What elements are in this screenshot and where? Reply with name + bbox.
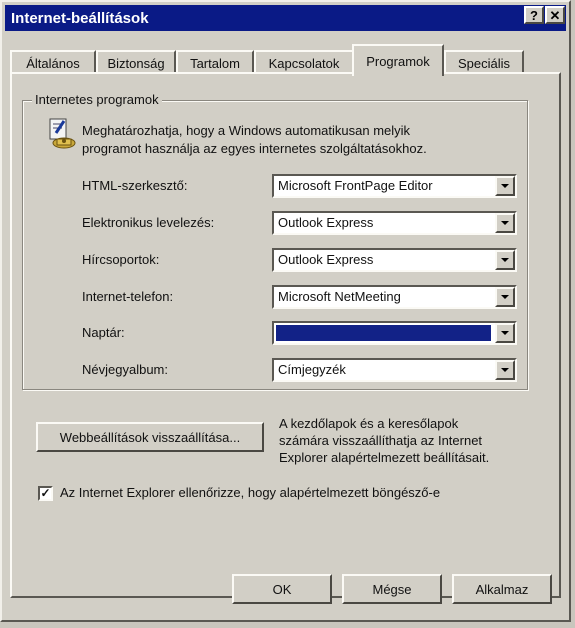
ok-button[interactable]: OK [232,574,332,604]
select-value: Outlook Express [278,252,374,267]
cancel-button[interactable]: Mégse [342,574,442,604]
close-icon: ✕ [549,7,561,23]
select-value [276,325,491,341]
description-line: Meghatározhatja, hogy a Windows automati… [82,123,411,138]
default-browser-checkbox[interactable]: ✓ [38,486,53,501]
select-value: Címjegyzék [278,362,346,377]
html-editor-select[interactable]: Microsoft FrontPage Editor [272,174,517,198]
description-line: Explorer alapértelmezett beállításait. [279,450,490,465]
default-browser-label[interactable]: Az Internet Explorer ellenőrizze, hogy a… [60,485,440,500]
window-title: Internet-beállítások [11,9,149,27]
tab-content[interactable]: Tartalom [176,50,254,74]
contact-list-label: Névjegyalbum: [82,362,168,377]
group-title: Internetes programok [32,92,162,107]
chevron-down-icon[interactable] [495,250,515,270]
programs-description: Meghatározhatja, hogy a Windows automati… [82,122,522,158]
calendar-select[interactable] [272,321,517,345]
tab-label: Biztonság [107,55,165,71]
internet-call-select[interactable]: Microsoft NetMeeting [272,285,517,309]
check-icon: ✓ [40,486,51,500]
select-value: Outlook Express [278,215,374,230]
chevron-down-icon[interactable] [495,323,515,343]
button-label: OK [272,581,292,597]
close-button[interactable]: ✕ [545,6,565,24]
title-bar[interactable]: Internet-beállítások [5,5,566,31]
tab-advanced[interactable]: Speciális [444,50,524,74]
chevron-down-icon[interactable] [495,176,515,196]
tab-connections[interactable]: Kapcsolatok [254,50,354,74]
email-select[interactable]: Outlook Express [272,211,517,235]
internet-call-label: Internet-telefon: [82,289,174,304]
tab-label: Tartalom [190,55,240,71]
help-icon: ? [530,7,538,23]
select-value: Microsoft FrontPage Editor [278,178,433,193]
chevron-down-icon[interactable] [495,360,515,380]
description-line: A kezdőlapok és a keresőlapok [279,416,459,431]
select-value: Microsoft NetMeeting [278,289,401,304]
chevron-down-icon[interactable] [495,287,515,307]
tab-label: Programok [366,53,430,69]
button-label: Mégse [372,581,412,597]
tab-programs[interactable]: Programok [352,44,444,76]
html-editor-label: HTML-szerkesztő: [82,178,188,193]
newsgroups-label: Hírcsoportok: [82,252,160,267]
tab-security[interactable]: Biztonság [96,50,176,74]
contact-list-select[interactable]: Címjegyzék [272,358,517,382]
reset-description: A kezdőlapok és a keresőlapok számára vi… [279,415,529,466]
help-button[interactable]: ? [524,6,544,24]
description-line: programot használja az egyes internetes … [82,141,427,156]
tab-label: Kapcsolatok [268,55,340,71]
button-label: Webbeállítások visszaállítása... [59,429,241,445]
calendar-label: Naptár: [82,325,125,340]
tab-general[interactable]: Általános [10,50,96,74]
description-line: számára visszaállíthatja az Internet [279,433,483,448]
reset-web-settings-button[interactable]: Webbeállítások visszaállítása... [36,422,264,452]
button-label: Alkalmaz [475,581,529,597]
tab-label: Általános [26,55,80,71]
apply-button[interactable]: Alkalmaz [452,574,552,604]
tab-strip: Általános Biztonság Tartalom Kapcsolatok… [10,44,560,76]
email-label: Elektronikus levelezés: [82,215,215,230]
internet-programs-icon [49,118,76,149]
tab-label: Speciális [457,55,511,71]
newsgroups-select[interactable]: Outlook Express [272,248,517,272]
chevron-down-icon[interactable] [495,213,515,233]
